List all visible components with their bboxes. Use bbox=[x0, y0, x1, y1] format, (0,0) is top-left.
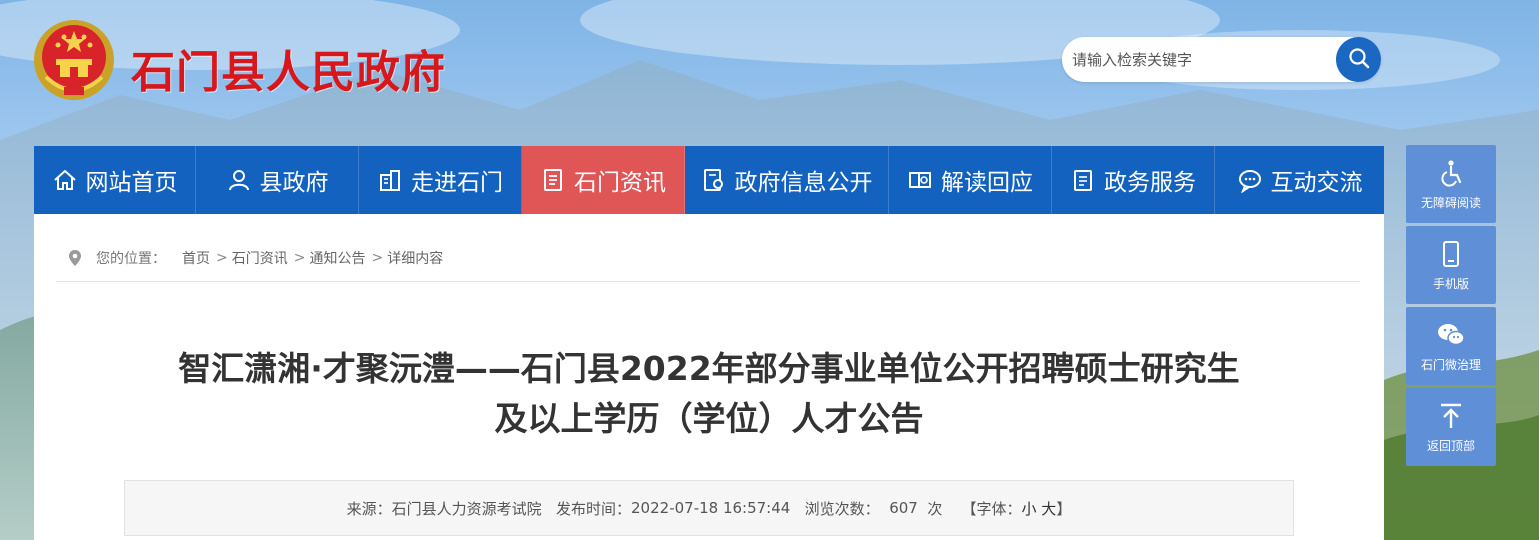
nav-label: 走进石门 bbox=[411, 170, 503, 196]
publish-time-value: 2022-07-18 16:57:44 bbox=[631, 499, 791, 517]
building-icon bbox=[377, 167, 403, 193]
clipboard-icon bbox=[1070, 167, 1096, 193]
national-emblem-logo[interactable] bbox=[31, 17, 117, 103]
font-size-label-close: 】 bbox=[1056, 499, 1072, 518]
breadcrumb-label: 您的位置： bbox=[96, 251, 166, 267]
article-title-line-1: 智汇潇湘·才聚沅澧——石门县2022年部分事业单位公开招聘硕士研究生 bbox=[178, 349, 1240, 388]
source-label: 来源： bbox=[346, 499, 392, 518]
accessibility-label: 无障碍阅读 bbox=[1420, 195, 1481, 210]
nav-item-home[interactable]: 网站首页 bbox=[34, 146, 196, 214]
arrow-up-icon bbox=[1436, 401, 1466, 431]
font-size-label: 【字体： bbox=[961, 499, 1022, 518]
content-panel: 您的位置： 首页 > 石门资讯 > 通知公告 > 详细内容 智汇潇湘·才聚沅澧—… bbox=[34, 214, 1384, 540]
speech-bubble-icon bbox=[1237, 167, 1263, 193]
breadcrumb-shimen-news[interactable]: 石门资讯 bbox=[232, 248, 288, 268]
font-large-button[interactable]: 大 bbox=[1041, 498, 1056, 519]
breadcrumb-separator: > bbox=[371, 250, 384, 266]
wechat-governance-button[interactable]: 石门微治理 bbox=[1406, 307, 1496, 385]
views-unit: 次 bbox=[927, 499, 943, 518]
article-title: 智汇潇湘·才聚沅澧——石门县2022年部分事业单位公开招聘硕士研究生 及以上学历… bbox=[94, 344, 1324, 444]
nav-item-government-services[interactable]: 政务服务 bbox=[1052, 146, 1215, 214]
wechat-icon bbox=[1436, 320, 1466, 350]
nav-item-government-info[interactable]: 政府信息公开 bbox=[685, 146, 889, 214]
search-box bbox=[1062, 37, 1381, 82]
document-eye-icon bbox=[701, 167, 727, 193]
nav-label: 石门资讯 bbox=[574, 170, 666, 196]
nav-label: 政府信息公开 bbox=[734, 170, 873, 196]
nav-label: 县政府 bbox=[259, 170, 329, 196]
mobile-label: 手机版 bbox=[1432, 276, 1469, 291]
mobile-icon bbox=[1436, 239, 1466, 269]
nav-item-interpretation[interactable]: 解读回应 bbox=[889, 146, 1052, 214]
search-input[interactable] bbox=[1072, 43, 1332, 76]
search-icon bbox=[1348, 47, 1370, 73]
nav-item-shimen-news[interactable]: 石门资讯 bbox=[522, 146, 685, 214]
font-small-button[interactable]: 小 bbox=[1022, 498, 1037, 519]
views-label: 浏览次数： bbox=[804, 499, 880, 518]
nav-item-interaction[interactable]: 互动交流 bbox=[1215, 146, 1384, 214]
back-to-top-button[interactable]: 返回顶部 bbox=[1406, 388, 1496, 466]
views-count: 607 bbox=[889, 499, 918, 517]
chat-book-icon bbox=[907, 167, 933, 193]
breadcrumb-separator: > bbox=[216, 250, 228, 266]
nav-label: 解读回应 bbox=[941, 170, 1033, 196]
breadcrumb: 您的位置： 首页 > 石门资讯 > 通知公告 > 详细内容 bbox=[68, 248, 449, 268]
home-icon bbox=[52, 167, 78, 193]
nav-item-about-shimen[interactable]: 走进石门 bbox=[359, 146, 522, 214]
location-pin-icon bbox=[68, 249, 82, 267]
breadcrumb-notices[interactable]: 通知公告 bbox=[309, 248, 365, 268]
mobile-version-button[interactable]: 手机版 bbox=[1406, 226, 1496, 304]
news-icon bbox=[540, 167, 566, 193]
breadcrumb-detail[interactable]: 详细内容 bbox=[387, 248, 443, 268]
article-title-line-2: 及以上学历（学位）人才公告 bbox=[494, 399, 924, 438]
main-nav: 网站首页 县政府 走进石门 石门资讯 政府信息公开 解读回应 政务服务 互动交流 bbox=[34, 146, 1384, 214]
source-value: 石门县人力资源考试院 bbox=[391, 499, 542, 518]
breadcrumb-separator: > bbox=[293, 250, 306, 266]
nav-item-county-government[interactable]: 县政府 bbox=[196, 146, 359, 214]
nav-label: 政务服务 bbox=[1104, 170, 1196, 196]
search-button[interactable] bbox=[1336, 37, 1381, 82]
breadcrumb-home[interactable]: 首页 bbox=[182, 248, 210, 268]
article-meta-bar: 来源： 石门县人力资源考试院 发布时间： 2022-07-18 16:57:44… bbox=[124, 480, 1294, 536]
nav-label: 互动交流 bbox=[1270, 170, 1363, 196]
wechat-label: 石门微治理 bbox=[1420, 357, 1481, 372]
accessibility-button[interactable]: 无障碍阅读 bbox=[1406, 145, 1496, 223]
back-to-top-label: 返回顶部 bbox=[1426, 438, 1475, 453]
breadcrumb-divider bbox=[56, 281, 1360, 282]
site-title[interactable]: 石门县人民政府 bbox=[131, 36, 446, 100]
nav-label: 网站首页 bbox=[85, 170, 178, 196]
publish-time-label: 发布时间： bbox=[556, 499, 632, 518]
person-icon bbox=[226, 167, 252, 193]
accessibility-icon bbox=[1436, 158, 1466, 188]
